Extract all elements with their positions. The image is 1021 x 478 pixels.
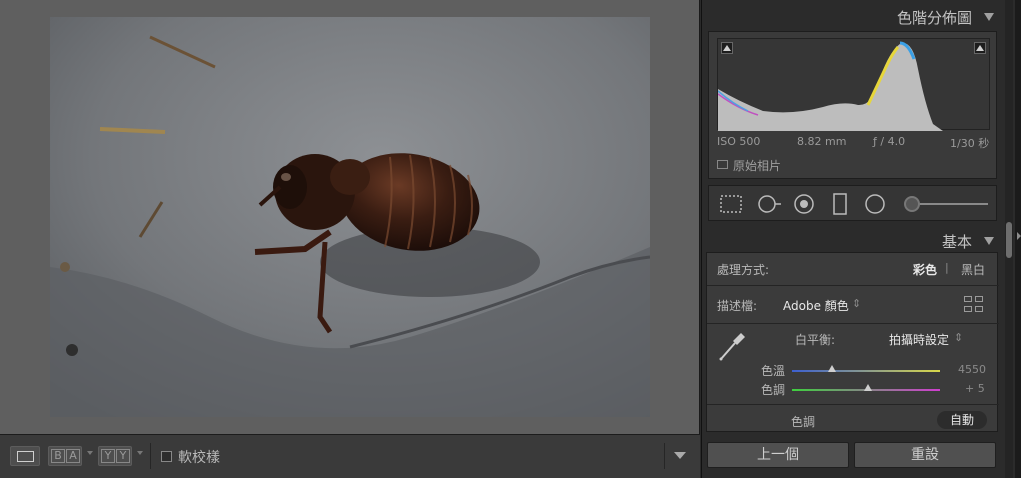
collapse-triangle-icon[interactable]: [984, 237, 994, 245]
exif-info: ISO 500 8.82 mm ƒ / 4.0 1/30 秒: [717, 135, 990, 151]
panel-toggle-icon[interactable]: [1017, 232, 1021, 240]
loupe-view-icon: [17, 451, 34, 462]
before-after-yy-button[interactable]: Y Y: [98, 446, 132, 466]
before-after-button[interactable]: B A: [48, 446, 82, 466]
radial-filter-icon[interactable]: [864, 193, 886, 215]
treatment-bw-option[interactable]: 黑白: [961, 261, 985, 278]
profile-select[interactable]: Adobe 顏色: [783, 297, 849, 314]
treatment-separator: |: [945, 261, 949, 274]
softproof-label[interactable]: 軟校樣: [178, 447, 220, 467]
toolbar-divider: [664, 443, 665, 469]
original-photo-label[interactable]: 原始相片: [733, 157, 781, 174]
tint-slider-knob[interactable]: [864, 384, 872, 391]
histogram-header[interactable]: 色階分佈圖: [702, 2, 1002, 30]
tint-value[interactable]: + 5: [965, 382, 985, 395]
temperature-label: 色溫: [761, 364, 786, 378]
treatment-label: 處理方式:: [717, 263, 770, 277]
histogram-panel: ISO 500 8.82 mm ƒ / 4.0 1/30 秒 原始相片: [708, 31, 997, 179]
exif-shutter: 1/30 秒: [950, 137, 990, 150]
temperature-slider-knob[interactable]: [828, 365, 836, 372]
before-after-right-icon: A: [66, 449, 80, 463]
adjustment-brush-slider-track[interactable]: [912, 203, 988, 205]
temperature-slider[interactable]: [792, 370, 940, 372]
scrollbar-thumb[interactable]: [1006, 222, 1012, 258]
photo-canvas[interactable]: [0, 0, 700, 434]
white-balance-arrows-icon[interactable]: ⇕: [954, 331, 963, 344]
view-loupe-button[interactable]: [10, 446, 40, 466]
treatment-color-option[interactable]: 彩色: [913, 261, 937, 278]
tool-strip: [708, 185, 997, 221]
temperature-value[interactable]: 4550: [958, 363, 986, 376]
spot-removal-icon[interactable]: [756, 193, 782, 215]
develop-right-panel: 色階分佈圖 ISO 500 8.82 mm ƒ / 4.0 1/30 秒 原始相…: [701, 0, 1021, 478]
yy-left-icon: Y: [101, 449, 115, 463]
previous-button[interactable]: 上一個: [707, 442, 849, 468]
basic-title: 基本: [941, 233, 972, 251]
adjustment-brush-icon[interactable]: [904, 196, 920, 212]
profile-label: 描述檔:: [717, 299, 758, 313]
panel-scrollbar[interactable]: [1005, 0, 1013, 478]
white-balance-label: 白平衡:: [795, 333, 836, 347]
original-photo-checkbox[interactable]: [717, 160, 728, 169]
bottom-buttons: 上一個 重設: [702, 436, 1002, 478]
shadow-clipping-icon[interactable]: [721, 42, 733, 54]
basic-panel: 處理方式: 彩色 | 黑白 描述檔: Adobe 顏色 ⇕ 白平衡: 拍攝時設定…: [706, 252, 999, 432]
crop-overlay-icon[interactable]: [719, 193, 743, 215]
bottom-toolbar: B A Y Y 軟校樣: [0, 434, 700, 478]
before-after-dropdown-icon[interactable]: [87, 451, 93, 455]
before-after-left-icon: B: [51, 449, 65, 463]
red-eye-icon[interactable]: [793, 193, 815, 215]
basic-header[interactable]: 基本: [702, 226, 1002, 254]
white-balance-select[interactable]: 拍攝時設定: [889, 331, 949, 348]
auto-tone-button[interactable]: 自動: [937, 411, 987, 429]
yy-right-icon: Y: [116, 449, 130, 463]
histogram-graph[interactable]: [717, 38, 990, 131]
reset-button[interactable]: 重設: [854, 442, 996, 468]
tint-label: 色調: [761, 383, 786, 397]
photo-image[interactable]: [50, 17, 650, 417]
row-divider: [707, 285, 999, 286]
profile-select-arrows-icon[interactable]: ⇕: [852, 297, 861, 310]
profile-browser-icon[interactable]: [964, 296, 984, 313]
yy-dropdown-icon[interactable]: [137, 451, 143, 455]
eyedropper-icon[interactable]: [717, 329, 747, 363]
histogram-title: 色階分佈圖: [896, 9, 972, 27]
toolbar-divider: [150, 443, 151, 469]
row-divider: [707, 323, 999, 324]
row-divider: [707, 404, 999, 405]
graduated-filter-icon[interactable]: [832, 193, 848, 215]
exif-iso: ISO 500: [717, 135, 761, 148]
softproof-checkbox[interactable]: [161, 451, 172, 462]
toolbar-options-dropdown-icon[interactable]: [674, 452, 686, 459]
tone-label: 色調: [791, 415, 816, 429]
exif-aperture: ƒ / 4.0: [873, 135, 906, 148]
collapse-triangle-icon[interactable]: [984, 13, 994, 21]
highlight-clipping-icon[interactable]: [974, 42, 986, 54]
exif-focal-length: 8.82 mm: [797, 135, 847, 148]
